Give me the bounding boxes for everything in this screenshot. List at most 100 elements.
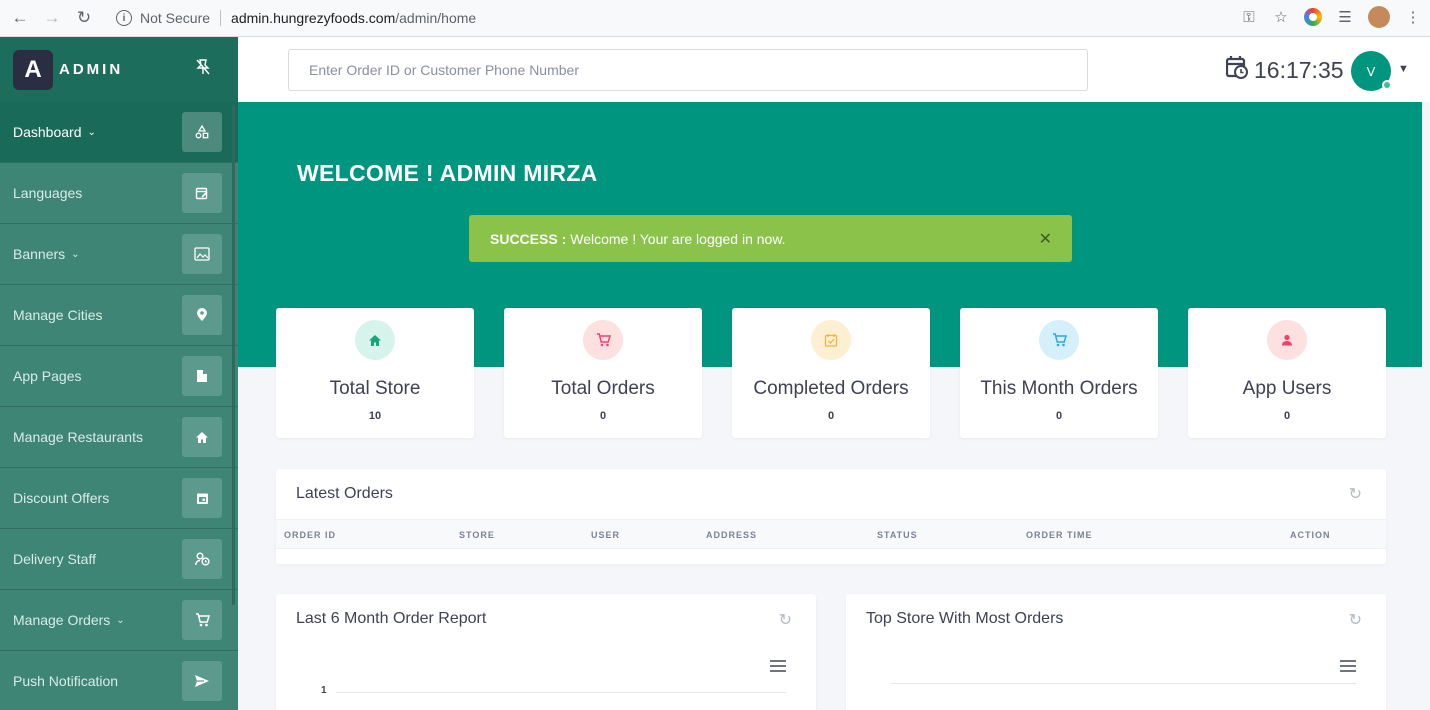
cart-icon	[1039, 320, 1079, 360]
brand-logo[interactable]: A	[13, 49, 53, 90]
key-icon[interactable]: ⚿	[1240, 8, 1258, 26]
stat-card-total-store: Total Store 10	[276, 308, 474, 438]
pin-off-icon[interactable]	[196, 59, 210, 80]
orders-table-header: ORDER ID STORE USER ADDRESS STATUS ORDER TIME…	[276, 519, 1386, 549]
sidebar-item-text: Manage Orders	[13, 612, 111, 628]
sidebar-item-text: Dashboard	[13, 124, 82, 140]
alert-strong: SUCCESS :	[490, 230, 567, 247]
back-icon[interactable]: ←	[8, 6, 32, 30]
page-edge	[1422, 102, 1430, 710]
stat-value: 0	[1283, 410, 1291, 422]
success-alert: SUCCESS : Welcome ! Your are logged in n…	[469, 215, 1072, 262]
stat-card-total-orders: Total Orders 0	[504, 308, 702, 438]
gridline	[336, 692, 786, 693]
alert-message: Welcome ! Your are logged in now.	[570, 230, 786, 247]
cart-icon	[182, 600, 222, 640]
caret-down-icon[interactable]: ▼	[1398, 63, 1409, 75]
topbar: 16:17:35 V ▼	[238, 37, 1430, 102]
avatar-letter: V	[1366, 63, 1376, 79]
stat-value: 0	[599, 410, 607, 422]
calendar-icon	[182, 478, 222, 518]
sidebar-item-label: Discount Offers	[13, 490, 109, 506]
sidebar-item-label: Banners ⌄	[13, 246, 80, 262]
column-header[interactable]: ORDER ID	[284, 530, 336, 540]
stat-value: 0	[1055, 410, 1063, 422]
sidebar-item-text: Manage Cities	[13, 307, 103, 323]
stat-card-app-users: App Users 0	[1188, 308, 1386, 438]
brand: A ADMIN	[0, 37, 238, 102]
star-icon[interactable]: ☆	[1272, 8, 1290, 26]
column-header[interactable]: ORDER TIME	[1026, 530, 1093, 540]
order-report-title: Last 6 Month Order Report	[296, 610, 487, 627]
sidebar-item-label: Push Notification	[13, 673, 118, 689]
stat-card-completed-orders: Completed Orders 0	[732, 308, 930, 438]
divider	[220, 10, 222, 26]
cart-icon	[583, 320, 623, 360]
info-icon[interactable]: i	[116, 10, 132, 26]
sidebar-item-discount-offers[interactable]: Discount Offers	[0, 468, 238, 529]
playlist-icon[interactable]: ☰	[1336, 8, 1354, 26]
stat-value: 10	[368, 410, 382, 422]
sidebar-item-label: Manage Orders ⌄	[13, 612, 125, 628]
sidebar-item-languages[interactable]: Languages	[0, 163, 238, 224]
kebab-menu-icon[interactable]: ⋮	[1404, 8, 1422, 26]
reload-icon[interactable]: ↻	[72, 6, 96, 30]
chevron-down-icon: ⌄	[87, 126, 96, 138]
sidebar-item-text: Banners	[13, 246, 66, 262]
sidebar-item-label: Manage Cities	[13, 307, 103, 323]
column-header[interactable]: STORE	[459, 530, 495, 540]
stat-card-this-month-orders: This Month Orders 0	[960, 308, 1158, 438]
sidebar-item-label: App Pages	[13, 368, 82, 384]
order-search-input[interactable]	[288, 49, 1088, 91]
avatar[interactable]: V	[1351, 51, 1392, 91]
send-icon	[182, 661, 222, 701]
refresh-icon[interactable]: ↻	[1349, 610, 1362, 630]
top-store-title: Top Store With Most Orders	[866, 610, 1064, 627]
extension-icon[interactable]	[1304, 8, 1322, 26]
calendar-edit-icon	[182, 173, 222, 213]
sidebar-item-manage-restaurants[interactable]: Manage Restaurants	[0, 407, 238, 468]
stat-title: App Users	[1242, 378, 1332, 399]
stat-title: Total Store	[329, 378, 421, 399]
shapes-icon	[182, 112, 222, 152]
address-bar[interactable]: i Not Secure admin.hungrezyfoods.com/adm…	[108, 5, 1288, 31]
sidebar-item-push-notification[interactable]: Push Notification	[0, 651, 238, 710]
url-host: admin.hungrezyfoods.com	[231, 10, 396, 26]
column-header[interactable]: ADDRESS	[706, 530, 757, 540]
refresh-icon[interactable]: ↻	[1349, 484, 1362, 504]
sidebar-item-label: Delivery Staff	[13, 551, 96, 567]
sidebar-item-delivery-staff[interactable]: Delivery Staff	[0, 529, 238, 590]
home-icon	[182, 417, 222, 457]
chart-menu-icon[interactable]	[1340, 660, 1356, 672]
chart-menu-icon[interactable]	[770, 660, 786, 672]
refresh-icon[interactable]: ↻	[779, 610, 792, 630]
close-icon[interactable]: ✕	[1039, 229, 1052, 249]
scrollbar[interactable]	[232, 105, 235, 605]
home-icon	[355, 320, 395, 360]
stat-value: 0	[827, 410, 835, 422]
sidebar-item-dashboard[interactable]: Dashboard ⌄	[0, 102, 238, 163]
image-icon	[182, 234, 222, 274]
forward-icon[interactable]: →	[40, 6, 64, 30]
stat-title: Completed Orders	[753, 378, 909, 399]
user-clock-icon	[182, 539, 222, 579]
sidebar-item-text: Delivery Staff	[13, 551, 96, 567]
chevron-down-icon: ⌄	[71, 248, 80, 260]
clock-time: 16:17:35	[1254, 56, 1344, 83]
clock: 16:17:35	[1225, 55, 1344, 85]
calendar-check-icon	[811, 320, 851, 360]
sidebar-item-text: App Pages	[13, 368, 82, 384]
column-header[interactable]: ACTION	[1290, 530, 1331, 540]
sidebar-item-banners[interactable]: Banners ⌄	[0, 224, 238, 285]
brand-name: ADMIN	[59, 61, 124, 78]
gridline	[891, 683, 1356, 684]
sidebar-item-manage-orders[interactable]: Manage Orders ⌄	[0, 590, 238, 651]
sidebar-item-app-pages[interactable]: App Pages	[0, 346, 238, 407]
top-store-panel: Top Store With Most Orders ↻	[846, 594, 1386, 710]
column-header[interactable]: STATUS	[877, 530, 918, 540]
column-header[interactable]: USER	[591, 530, 620, 540]
profile-avatar-icon[interactable]	[1368, 6, 1390, 28]
sidebar-menu: Dashboard ⌄ Languages Banners ⌄ Manage Cities…	[0, 102, 238, 710]
sidebar-item-manage-cities[interactable]: Manage Cities	[0, 285, 238, 346]
welcome-heading: WELCOME ! ADMIN MIRZA	[297, 160, 598, 186]
